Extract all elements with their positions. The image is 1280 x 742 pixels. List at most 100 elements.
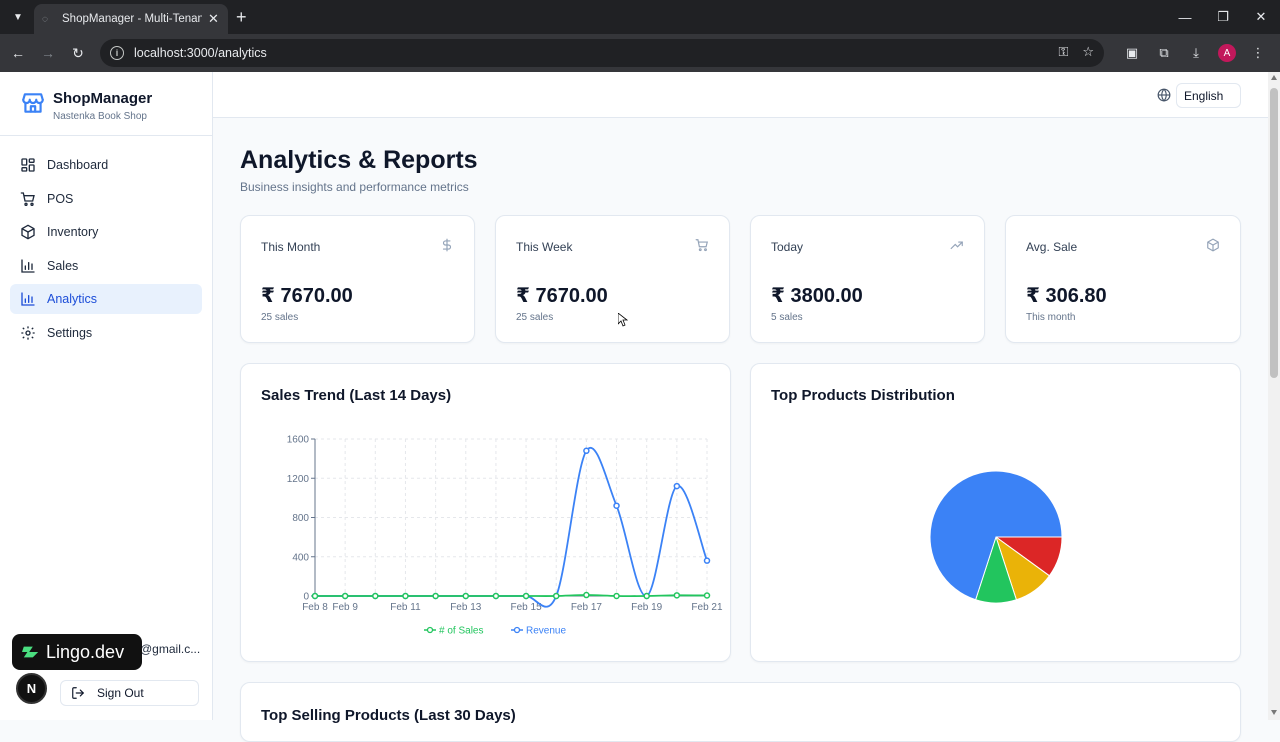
sidebar-nav: Dashboard POS Inventory Sales Analytics … — [10, 150, 202, 351]
scroll-up-arrow-icon[interactable] — [1271, 75, 1277, 80]
lingo-logo-icon — [22, 646, 39, 658]
data-point — [703, 557, 711, 564]
data-point — [643, 592, 650, 600]
sales-trend-chart: 0 400 800 1200 1600 Feb 8 Feb 9 Feb 11 Feb 13 Feb… — [287, 435, 723, 637]
sidebar-item-pos[interactable]: POS — [10, 184, 202, 214]
user-email: @gmail.c... — [140, 642, 201, 656]
bar-chart-icon — [21, 258, 35, 273]
sidebar-item-label: Settings — [47, 325, 93, 340]
y-tick-label: 800 — [292, 513, 309, 524]
stat-label: This Week — [516, 240, 573, 254]
minimize-icon[interactable]: — — [1166, 0, 1204, 34]
stat-label: Today — [771, 240, 804, 254]
x-tick-label: Feb 15 — [511, 602, 543, 613]
cart-icon — [20, 191, 35, 206]
data-point — [583, 447, 590, 455]
stat-sub: This month — [1026, 312, 1076, 323]
data-point — [613, 502, 620, 509]
stat-card-month: This Month ₹ 7670.00 25 sales — [240, 215, 475, 343]
main-content: Analytics & Reports Business insights an… — [213, 118, 1268, 742]
sidebar-item-inventory[interactable]: Inventory — [10, 217, 202, 247]
top-selling-card: Top Selling Products (Last 30 Days) — [240, 682, 1241, 742]
page-scrollbar[interactable] — [1268, 72, 1280, 720]
tab-title: ShopManager - Multi-Tenant POS — [62, 13, 202, 25]
reload-icon[interactable]: ↻ — [68, 43, 88, 63]
sidebar-item-sales[interactable]: Sales — [10, 251, 202, 281]
sidebar-item-dashboard[interactable]: Dashboard — [10, 150, 202, 180]
data-point — [402, 592, 409, 600]
sidebar-item-analytics[interactable]: Analytics — [10, 284, 202, 314]
profile-avatar[interactable]: A — [1218, 44, 1236, 62]
cart-icon — [695, 239, 708, 252]
bar-chart-icon — [21, 292, 35, 306]
package-icon — [21, 224, 35, 240]
stat-card-week: This Week ₹ 7670.00 25 sales — [495, 215, 730, 343]
top-products-card: Top Products Distribution — [750, 363, 1241, 662]
lingo-dev-badge[interactable]: Lingo.dev — [12, 634, 142, 670]
data-point — [583, 591, 590, 599]
stat-value: ₹ 7670.00 — [261, 285, 353, 307]
sidebar-item-label: Sales — [47, 258, 79, 273]
series-line-revenue — [314, 447, 708, 608]
x-tick-label: Feb 17 — [571, 602, 603, 613]
scroll-thumb[interactable] — [1270, 88, 1278, 378]
sign-out-label: Sign Out — [97, 686, 144, 700]
page-title: Analytics & Reports — [240, 146, 478, 174]
sidebar-item-label: Inventory — [47, 225, 99, 239]
data-point — [673, 592, 681, 599]
address-bar[interactable]: i localhost:3000/analytics ⚿ ☆ — [100, 39, 1104, 67]
close-window-icon[interactable]: ✕ — [1242, 0, 1280, 34]
top-products-pie-chart — [929, 470, 1063, 604]
shop-name: Nastenka Book Shop — [53, 111, 147, 122]
tab-search-icon[interactable]: ▼ — [8, 7, 28, 27]
browser-toolbar: ← → ↻ i localhost:3000/analytics ⚿ ☆ ▣ ⧉… — [0, 34, 1280, 72]
media-icon[interactable]: ▣ — [1122, 43, 1142, 63]
x-tick-label: Feb 9 — [332, 602, 358, 613]
app-root: ShopManager Nastenka Book Shop Dashboard… — [0, 72, 1268, 742]
data-point — [552, 592, 560, 600]
data-point — [673, 482, 681, 490]
restore-icon[interactable]: ❐ — [1204, 0, 1242, 34]
menu-kebab-icon[interactable]: ⋮ — [1248, 43, 1268, 63]
data-point — [703, 592, 711, 599]
back-icon[interactable]: ← — [8, 43, 28, 63]
brand: ShopManager Nastenka Book Shop — [0, 72, 212, 136]
dashboard-icon — [21, 158, 35, 172]
trending-up-icon — [950, 241, 963, 250]
password-key-icon[interactable]: ⚿ — [1058, 44, 1068, 60]
sales-trend-card: Sales Trend (Last 14 Days) 0 400 800 1200 16… — [240, 363, 731, 662]
close-icon[interactable]: ✕ — [208, 11, 219, 27]
x-tick-label: Feb 19 — [631, 602, 663, 613]
y-tick-label: 1600 — [287, 435, 310, 446]
data-point — [613, 592, 620, 600]
stat-sub: 5 sales — [771, 312, 803, 323]
sidebar-item-label: POS — [47, 191, 74, 206]
data-point — [462, 592, 470, 600]
sign-out-button[interactable]: Sign Out — [60, 680, 199, 706]
stat-label: Avg. Sale — [1026, 240, 1078, 254]
legend-label: # of Sales — [439, 626, 483, 637]
bookmark-star-icon[interactable]: ☆ — [1082, 44, 1094, 60]
n-badge[interactable]: N — [16, 673, 47, 704]
globe-icon — [1157, 88, 1171, 102]
data-point — [522, 592, 530, 600]
language-select[interactable]: English — [1176, 83, 1241, 108]
favicon-icon: ◌ — [42, 13, 48, 25]
browser-tab[interactable]: ◌ ShopManager - Multi-Tenant POS ✕ — [34, 4, 228, 34]
site-info-icon[interactable]: i — [110, 46, 124, 60]
extensions-icon[interactable]: ⧉ — [1154, 43, 1174, 63]
legend-label: Revenue — [526, 626, 566, 637]
new-tab-icon[interactable]: + — [236, 7, 247, 27]
x-tick-label: Feb 11 — [390, 602, 421, 613]
url-text: localhost:3000/analytics — [134, 46, 267, 60]
mouse-cursor-icon — [618, 313, 628, 327]
sidebar-item-settings[interactable]: Settings — [10, 318, 202, 348]
top-header: English — [213, 72, 1268, 118]
brand-name: ShopManager — [53, 90, 153, 107]
download-icon[interactable]: ⤓ — [1186, 43, 1206, 63]
data-point — [372, 592, 379, 600]
stat-value: ₹ 306.80 — [1026, 285, 1107, 307]
scroll-down-arrow-icon[interactable] — [1271, 710, 1277, 715]
y-tick-label: 400 — [292, 552, 309, 563]
forward-icon[interactable]: → — [38, 43, 58, 63]
